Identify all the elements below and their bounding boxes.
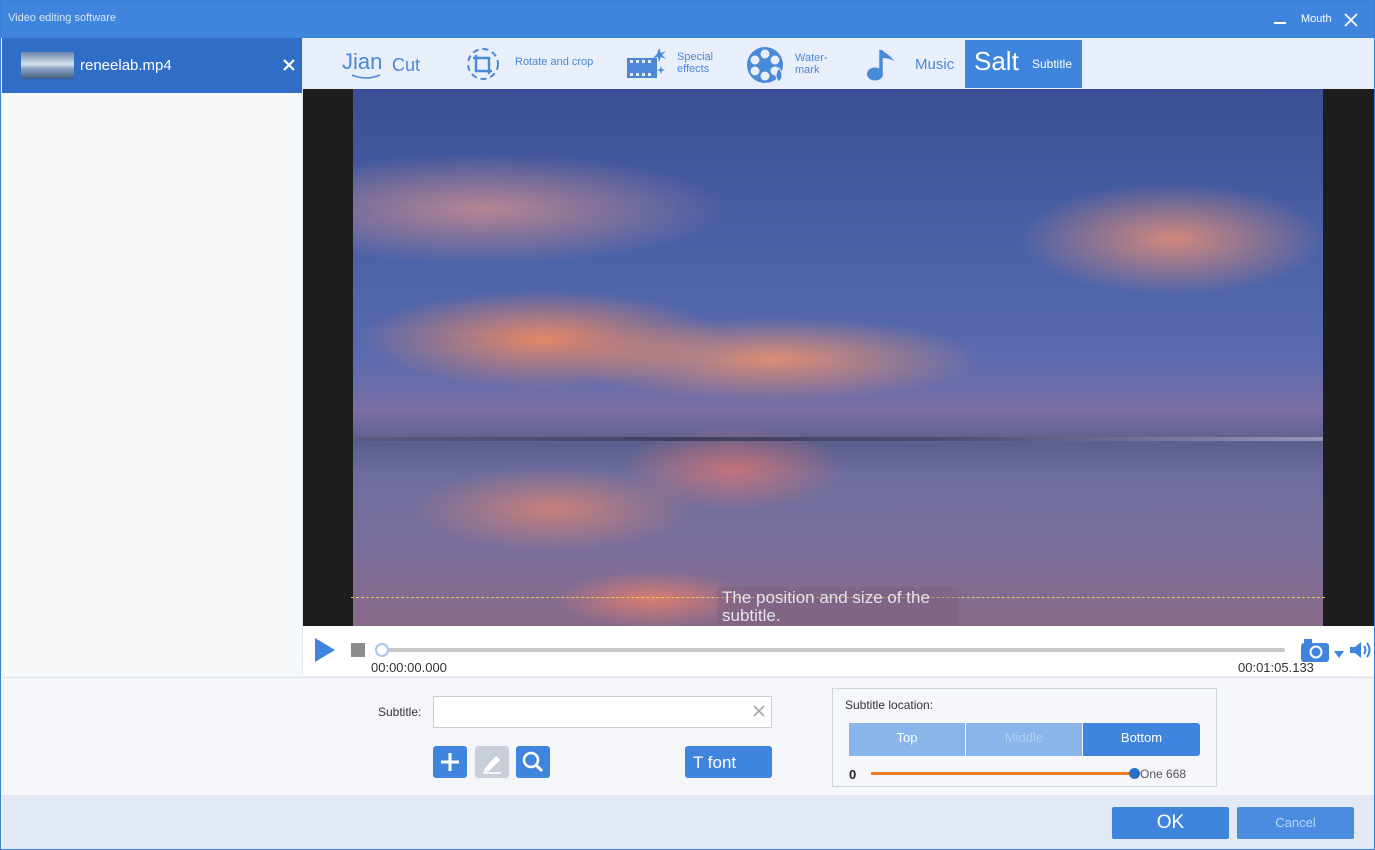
play-button[interactable] [314, 637, 336, 663]
cancel-button[interactable]: Cancel [1237, 807, 1354, 839]
tab-cut[interactable]: Jian Cut [339, 40, 429, 88]
video-thumbnail [21, 52, 74, 79]
screenshot-dropdown[interactable] [1334, 646, 1344, 658]
location-top-button[interactable]: Top [849, 723, 965, 756]
search-icon [522, 751, 544, 773]
app-window: Video editing software Mouth reneelab.mp… [0, 0, 1375, 850]
search-subtitle-button[interactable] [516, 746, 550, 778]
position-slider-max: One 668 [1140, 767, 1187, 781]
camera-icon [1301, 639, 1329, 662]
cut-label: Cut [392, 55, 421, 75]
watermark-label: Water- [795, 52, 828, 64]
music-label: Music [915, 56, 955, 73]
location-bottom-button[interactable]: Bottom [1083, 723, 1200, 756]
minimize-button[interactable] [1271, 11, 1289, 27]
remove-file-button[interactable] [280, 56, 298, 74]
edit-toolbar: Jian Cut Rotate and crop Special effects [303, 38, 1374, 89]
add-subtitle-button[interactable] [433, 746, 467, 778]
screenshot-button[interactable] [1300, 637, 1330, 663]
subtitle-input[interactable] [433, 696, 772, 728]
subtitle-placeholder: The position and size of the subtitle. [722, 588, 930, 625]
special-effects-label-2: effects [677, 63, 710, 75]
volume-icon [1350, 642, 1371, 658]
rotate-crop-icon [467, 48, 499, 80]
subtitle-label: Subtitle: [378, 705, 422, 719]
tab-special-effects[interactable]: Special effects [625, 40, 725, 88]
watermark-film-reel-icon [747, 47, 783, 83]
font-button[interactable]: T font [685, 746, 772, 778]
cut-big-label: Jian [342, 49, 383, 74]
music-note-icon [867, 50, 895, 81]
tab-rotate-crop[interactable]: Rotate and crop [463, 40, 603, 88]
rotate-crop-label: Rotate and crop [515, 56, 594, 68]
seek-bar[interactable] [380, 648, 1285, 652]
close-window-button[interactable] [1341, 10, 1361, 30]
video-preview: The position and size of the subtitle. [303, 89, 1374, 627]
mouth-label[interactable]: Mouth [1301, 13, 1332, 25]
current-time: 00:00:00.000 [371, 660, 447, 675]
player-controls: 00:00:00.000 00:01:05.133 [303, 626, 1374, 676]
cut-underline-icon [351, 74, 381, 79]
tab-watermark[interactable]: Water- mark [745, 40, 845, 88]
pencil-icon [483, 756, 501, 774]
special-effects-label: Special [677, 51, 714, 63]
volume-button[interactable] [1349, 640, 1373, 660]
ok-button[interactable]: OK [1112, 807, 1229, 839]
subtitle-location-group: Subtitle location: Top Middle Bottom 0 O… [832, 688, 1217, 787]
app-title: Video editing software [8, 12, 117, 24]
subtitle-tab-label: Subtitle [1032, 57, 1073, 71]
clear-subtitle-button[interactable] [752, 704, 766, 718]
special-effects-icon [627, 48, 666, 78]
video-frame [353, 89, 1323, 626]
edit-subtitle-button[interactable] [475, 746, 509, 778]
position-slider-knob[interactable] [1129, 768, 1140, 779]
location-middle-button[interactable]: Middle [966, 723, 1082, 756]
chevron-down-icon [1334, 651, 1344, 658]
close-icon [283, 59, 295, 71]
file-name: reneelab.mp4 [80, 57, 172, 74]
stop-button[interactable] [351, 643, 365, 657]
title-bar: Video editing software Mouth [1, 1, 1374, 38]
horizon-line [353, 437, 1323, 441]
close-icon [1344, 13, 1358, 27]
tab-subtitle[interactable]: Salt Subtitle [965, 40, 1082, 88]
file-item[interactable]: reneelab.mp4 [2, 38, 302, 93]
subtitle-edit-panel: Subtitle: T font Subtitle location: Top … [2, 677, 1374, 795]
close-icon [753, 705, 765, 717]
file-list-panel: reneelab.mp4 [2, 38, 303, 676]
plus-icon [441, 753, 459, 771]
watermark-label-2: mark [795, 64, 820, 76]
subtitle-big-label: Salt [974, 46, 1019, 76]
seek-thumb[interactable] [375, 643, 389, 657]
position-slider-min: 0 [849, 767, 857, 782]
dialog-footer: OK Cancel [2, 795, 1374, 849]
play-icon [315, 638, 335, 662]
tab-music[interactable]: Music [865, 40, 957, 88]
position-slider-track[interactable] [871, 772, 1133, 775]
subtitle-location-title: Subtitle location: [845, 698, 934, 712]
